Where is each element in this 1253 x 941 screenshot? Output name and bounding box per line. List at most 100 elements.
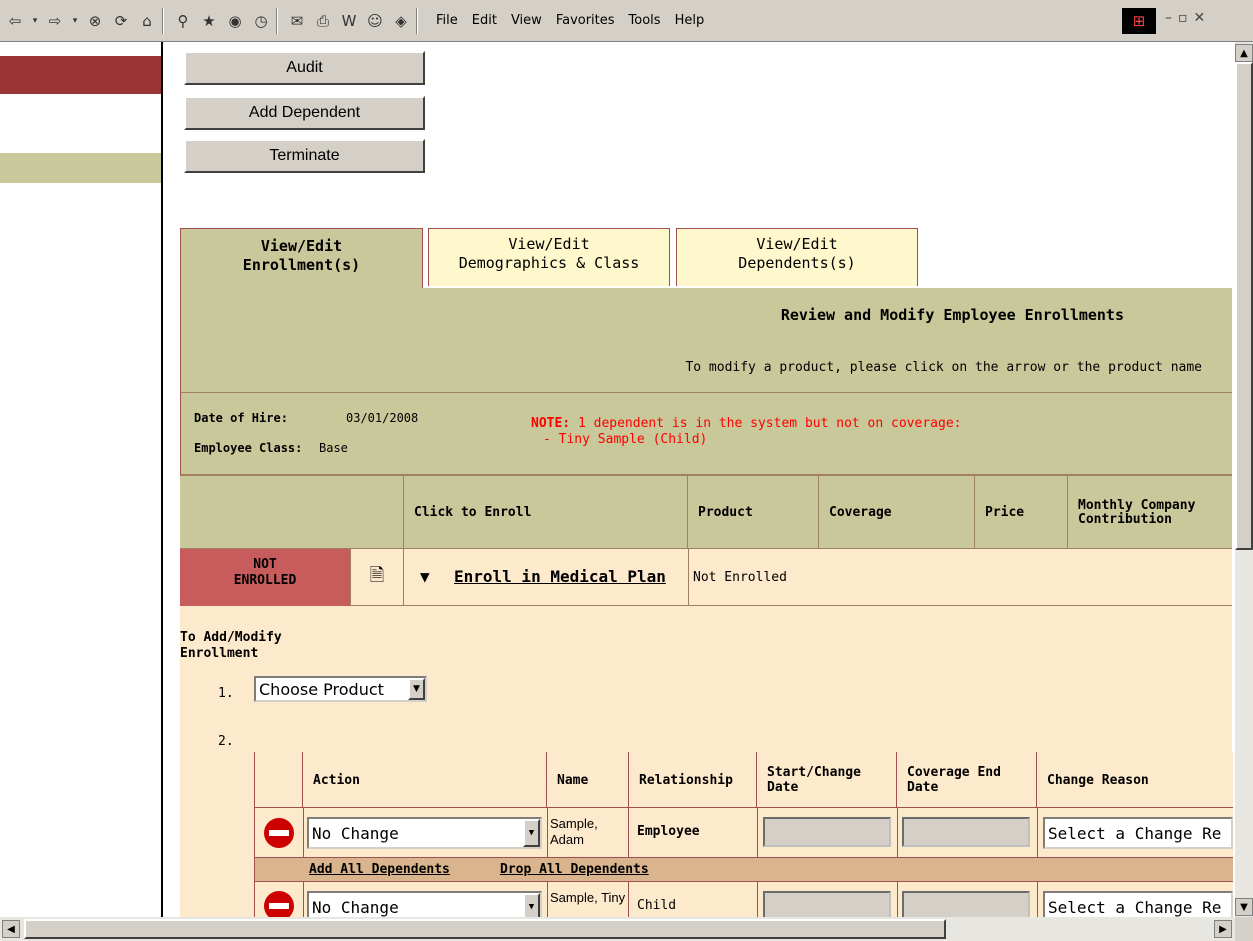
dependents-action-bar: Add All Dependents Drop All Dependents bbox=[255, 858, 1233, 882]
hire-date-value: 03/01/2008 bbox=[346, 411, 419, 425]
scroll-right-icon[interactable]: ▶ bbox=[1214, 920, 1232, 938]
select-value: Select a Change Re bbox=[1048, 823, 1222, 843]
menu-file[interactable]: File bbox=[436, 13, 458, 28]
change-reason-select[interactable]: Select a Change Re bbox=[1043, 817, 1233, 849]
scroll-left-icon[interactable]: ◀ bbox=[2, 920, 20, 938]
end-date-input[interactable] bbox=[902, 891, 1030, 917]
start-date-input[interactable] bbox=[763, 817, 891, 847]
history-icon[interactable]: ◷ bbox=[250, 10, 272, 32]
mail-icon[interactable]: ✉ bbox=[286, 10, 308, 32]
employee-info: Date of Hire: 03/01/2008 Employee Class:… bbox=[180, 393, 1232, 475]
audit-button[interactable]: Audit bbox=[184, 51, 425, 85]
scroll-down-icon[interactable]: ▼ bbox=[1235, 898, 1253, 916]
tab-label: Enrollment(s) bbox=[242, 256, 361, 274]
panel-subtitle: To modify a product, please click on the… bbox=[685, 360, 1202, 375]
start-date-input[interactable] bbox=[763, 891, 891, 917]
status-badge: NOT ENROLLED bbox=[180, 549, 350, 606]
grid-header-action: Action bbox=[303, 752, 547, 808]
remove-icon[interactable] bbox=[264, 891, 294, 917]
choose-product-select[interactable]: Choose Product ▼ bbox=[254, 676, 427, 702]
grid-header-relationship: Relationship bbox=[629, 752, 757, 808]
action-select[interactable]: No Change ▼ bbox=[307, 817, 542, 849]
print-icon[interactable]: ⎙ bbox=[312, 10, 334, 32]
drop-all-dependents-link[interactable]: Drop All Dependents bbox=[500, 862, 649, 877]
dependent-name: Sample, Tiny bbox=[547, 882, 629, 917]
stop-icon[interactable]: ⊗ bbox=[84, 10, 106, 32]
header-blank bbox=[180, 476, 404, 549]
left-nav-band-red bbox=[0, 56, 161, 94]
header-click-to-enroll: Click to Enroll bbox=[404, 476, 688, 549]
end-date-input[interactable] bbox=[902, 817, 1030, 847]
table-row: No Change ▼ Sample, Tiny Child Select a … bbox=[255, 882, 1233, 917]
forward-icon[interactable]: ⇨ bbox=[44, 10, 66, 32]
related-icon[interactable]: ◈ bbox=[390, 10, 412, 32]
grid-header: Action Name Relationship Start/Change Da… bbox=[255, 752, 1233, 808]
tab-label: View/Edit bbox=[260, 237, 343, 255]
tab-label: View/Edit bbox=[508, 235, 590, 253]
tab-dependents[interactable]: View/Edit Dependents(s) bbox=[676, 228, 918, 286]
change-reason-select[interactable]: Select a Change Re bbox=[1043, 891, 1233, 917]
expand-arrow-icon[interactable]: ▼ bbox=[420, 567, 430, 586]
menu-edit[interactable]: Edit bbox=[472, 13, 497, 28]
action-select[interactable]: No Change ▼ bbox=[307, 891, 542, 917]
dependent-note: NOTE: 1 dependent is in the system but n… bbox=[531, 416, 961, 448]
note-text: 1 dependent is in the system but not on … bbox=[570, 416, 962, 431]
table-row: No Change ▼ Sample, Adam Employee Select… bbox=[255, 808, 1233, 858]
select-value: Choose Product bbox=[259, 679, 384, 699]
dropdown-icon[interactable]: ▾ bbox=[30, 10, 40, 32]
hire-date-label: Date of Hire: bbox=[194, 411, 288, 425]
windows-logo-icon: ⊞ bbox=[1122, 8, 1156, 34]
modify-label-line: To Add/Modify bbox=[180, 630, 282, 645]
grid-header-blank bbox=[255, 752, 303, 808]
add-dependent-button[interactable]: Add Dependent bbox=[184, 96, 425, 130]
back-icon[interactable]: ⇦ bbox=[4, 10, 26, 32]
toolbar-separator bbox=[416, 7, 418, 34]
chevron-down-icon: ▼ bbox=[523, 893, 540, 917]
toolbar-separator bbox=[162, 7, 164, 34]
enrollment-row: NOT ENROLLED 🗎 ▼ Enroll in Medical Plan … bbox=[180, 548, 1232, 606]
refresh-icon[interactable]: ⟳ bbox=[110, 10, 132, 32]
select-value: No Change bbox=[312, 897, 399, 917]
relationship-value: Employee bbox=[637, 824, 700, 839]
header-price: Price bbox=[975, 476, 1068, 549]
menu-view[interactable]: View bbox=[511, 13, 542, 28]
dependent-name: Sample, Adam bbox=[547, 808, 629, 858]
vertical-scroll-thumb[interactable] bbox=[1235, 62, 1253, 550]
select-value: Select a Change Re bbox=[1048, 897, 1222, 917]
employee-class-label: Employee Class: bbox=[194, 441, 303, 455]
modify-label: To Add/Modify Enrollment bbox=[180, 630, 282, 662]
remove-icon[interactable] bbox=[264, 818, 294, 848]
menu-help[interactable]: Help bbox=[675, 13, 705, 28]
favorites-icon[interactable]: ★ bbox=[198, 10, 220, 32]
window-controls[interactable]: –▫✕ bbox=[1165, 10, 1211, 26]
tab-demographics[interactable]: View/Edit Demographics & Class bbox=[428, 228, 670, 286]
select-value: No Change bbox=[312, 823, 399, 843]
scroll-up-icon[interactable]: ▲ bbox=[1235, 44, 1253, 62]
employee-class-value: Base bbox=[319, 441, 348, 455]
toolbar-separator bbox=[276, 7, 278, 34]
horizontal-scroll-thumb[interactable] bbox=[24, 919, 946, 939]
status-line: ENROLLED bbox=[233, 573, 297, 588]
menu-tools[interactable]: Tools bbox=[629, 13, 661, 28]
grid-header-change-reason: Change Reason bbox=[1047, 772, 1149, 788]
home-icon[interactable]: ⌂ bbox=[136, 10, 158, 32]
header-company-contribution: Monthly Company Contribution bbox=[1078, 497, 1196, 527]
edit-icon[interactable]: W bbox=[338, 10, 360, 32]
tab-label: View/Edit bbox=[756, 235, 838, 253]
enroll-medical-link[interactable]: Enroll in Medical Plan bbox=[454, 567, 666, 586]
terminate-button[interactable]: Terminate bbox=[184, 139, 425, 173]
grid-header-end-date: Coverage End Date bbox=[897, 752, 1037, 808]
dropdown-icon[interactable]: ▾ bbox=[70, 10, 80, 32]
step-number: 2. bbox=[218, 734, 234, 749]
menu-favorites[interactable]: Favorites bbox=[556, 13, 615, 28]
messenger-icon[interactable]: ☺ bbox=[364, 10, 386, 32]
document-icon[interactable]: 🗎 bbox=[350, 549, 404, 606]
search-icon[interactable]: ⚲ bbox=[172, 10, 194, 32]
media-icon[interactable]: ◉ bbox=[224, 10, 246, 32]
add-all-dependents-link[interactable]: Add All Dependents bbox=[309, 862, 450, 877]
left-nav-band-olive bbox=[0, 153, 161, 183]
browser-toolbar: ⇦ ▾ ⇨ ▾ ⊗ ⟳ ⌂ ⚲ ★ ◉ ◷ ✉ ⎙ W ☺ ◈ File Edi… bbox=[0, 0, 1253, 42]
chevron-down-icon: ▼ bbox=[523, 819, 540, 847]
step-number: 1. bbox=[218, 686, 234, 701]
grid-header-name: Name bbox=[547, 752, 629, 808]
